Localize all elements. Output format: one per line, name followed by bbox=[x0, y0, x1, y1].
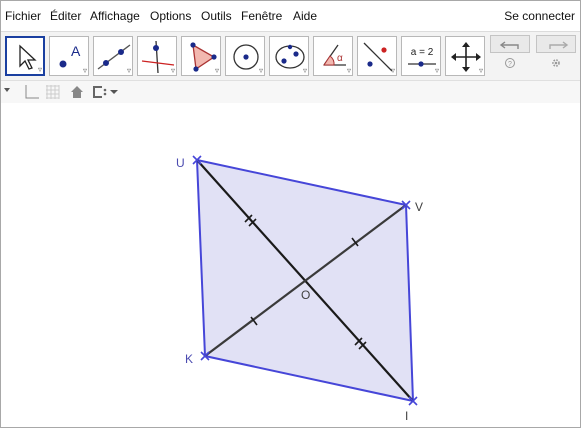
point-k-label: K bbox=[185, 352, 193, 366]
graphics-view[interactable]: U V K I O bbox=[1, 103, 580, 427]
point-o-label: O bbox=[301, 288, 310, 302]
point-u-label: U bbox=[176, 156, 185, 170]
point-i-label: I bbox=[405, 409, 408, 423]
geometry-canvas[interactable]: U V K I O bbox=[1, 1, 581, 428]
point-v-label: V bbox=[415, 200, 423, 214]
geogebra-window: Fichier Éditer Affichage Options Outils … bbox=[0, 0, 581, 428]
